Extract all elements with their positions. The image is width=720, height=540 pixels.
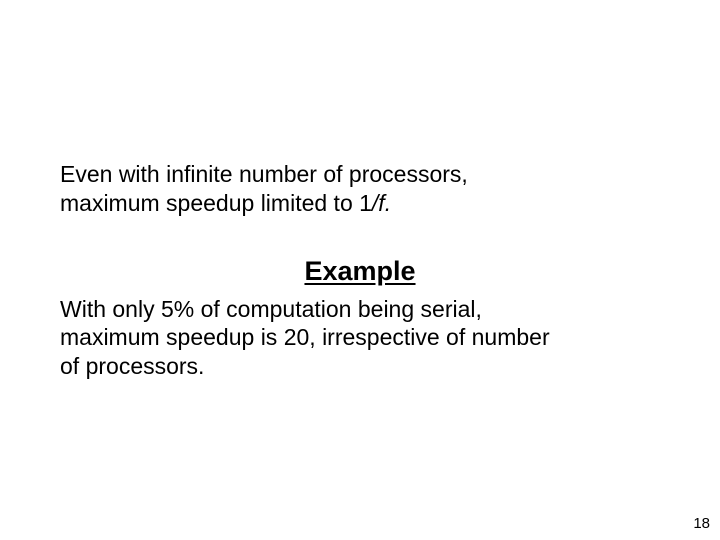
- example-heading: Example: [60, 256, 660, 287]
- example-line-2: maximum speedup is 20, irrespective of n…: [60, 324, 550, 350]
- example-paragraph: With only 5% of computation being serial…: [60, 295, 660, 381]
- intro-paragraph: Even with infinite number of processors,…: [60, 160, 660, 218]
- intro-line-2b: /f.: [372, 190, 391, 216]
- page-number: 18: [693, 515, 710, 532]
- example-line-1: With only 5% of computation being serial…: [60, 296, 482, 322]
- intro-line-2a: maximum speedup limited to 1: [60, 190, 372, 216]
- slide-content: Even with infinite number of processors,…: [0, 0, 720, 381]
- intro-line-1: Even with infinite number of processors,: [60, 161, 468, 187]
- example-line-3: of processors.: [60, 353, 204, 379]
